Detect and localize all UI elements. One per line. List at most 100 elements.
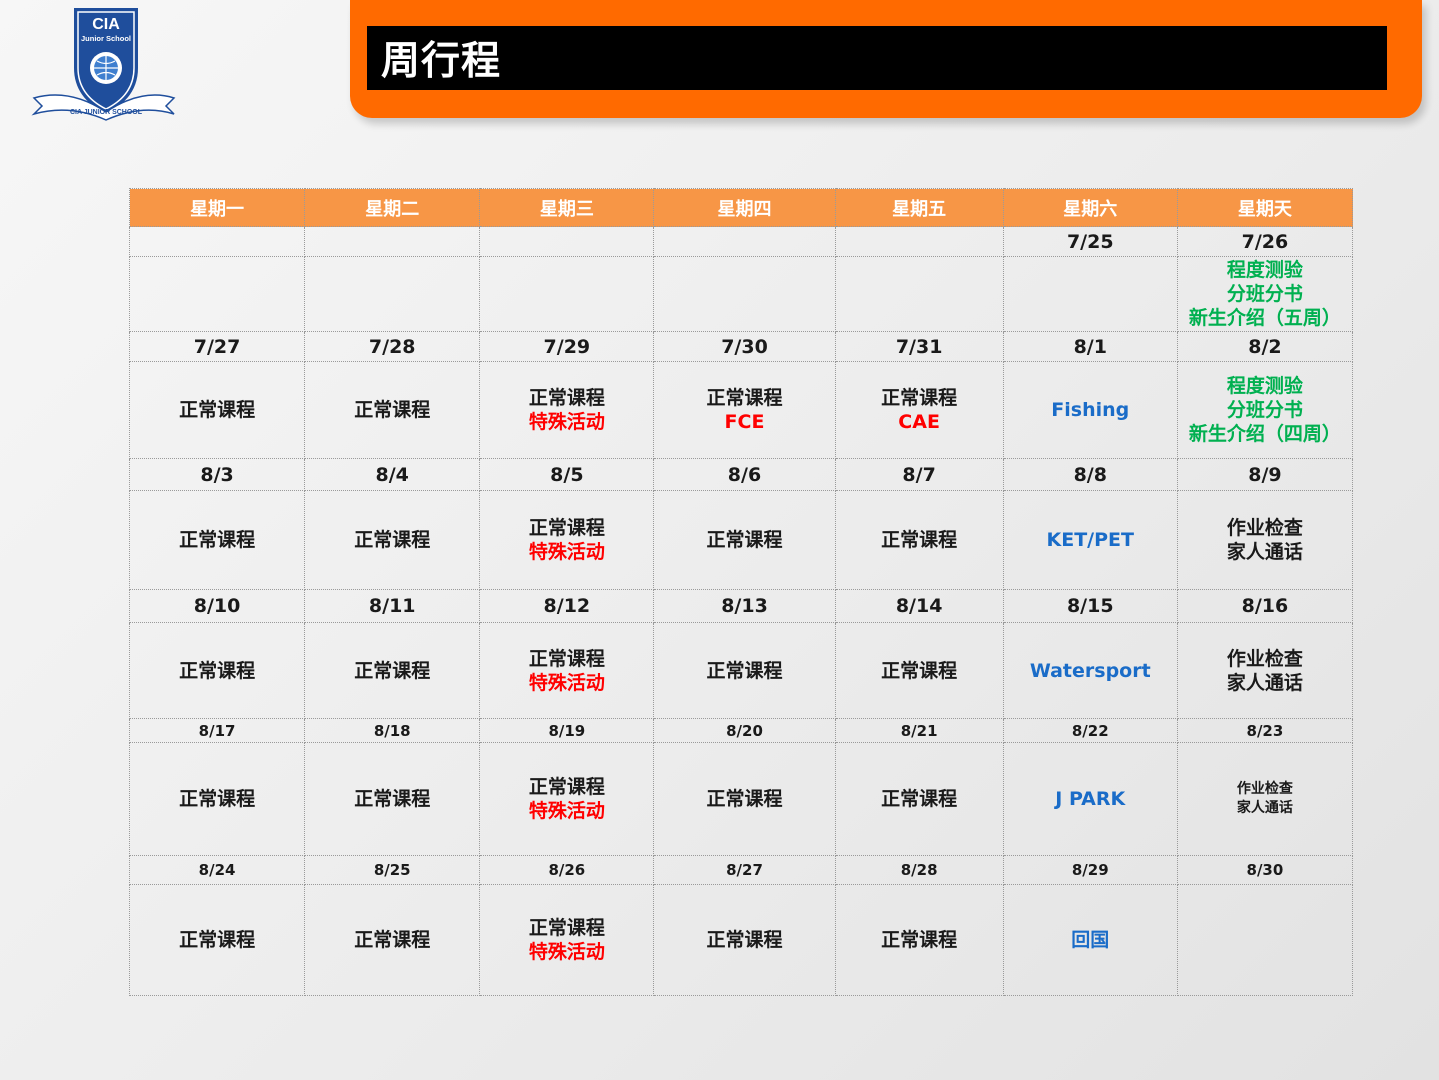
date-cell: 8/20: [653, 718, 836, 743]
activity-label: 家人通话: [1226, 541, 1303, 563]
activity-label: 正常课程: [528, 647, 605, 670]
date-cell: 8/10: [128, 589, 306, 623]
activity-cell: [128, 256, 306, 332]
svg-text:CIA: CIA: [92, 16, 120, 33]
svg-text:CIA JUNIOR SCHOOL: CIA JUNIOR SCHOOL: [70, 109, 143, 116]
activity-cell: 程度测验 分班分书 新生介绍（五周）: [1176, 256, 1354, 332]
date-cell: 8/18: [304, 718, 481, 743]
date-cell: 8/25: [304, 855, 481, 885]
activity-label: Fishing: [1051, 399, 1130, 421]
activity-label: 正常课程: [706, 529, 783, 551]
date-cell: [834, 226, 1004, 257]
date-cell: 8/15: [1002, 589, 1178, 623]
header-banner: 周行程: [350, 0, 1422, 118]
activity-label: 正常课程: [354, 399, 431, 421]
cia-junior-school-logo: CIA Junior School CIA JUNIOR SCHOOL: [31, 8, 176, 121]
date-row: 7/27 7/28 7/29 7/30 7/31 8/1 8/2: [128, 331, 1354, 362]
date-cell: 8/6: [653, 458, 836, 491]
activity-label: 分班分书: [1226, 399, 1303, 421]
activity-label: 家人通话: [1236, 800, 1293, 816]
activity-label: 分班分书: [1226, 283, 1303, 305]
weekday-header: 星期四: [653, 188, 836, 227]
activity-cell: 正常课程 特殊活动: [479, 361, 655, 459]
date-cell: 8/24: [128, 855, 306, 885]
activity-label: 正常课程: [706, 659, 783, 682]
activity-cell: 正常课程 FCE: [653, 361, 836, 459]
page-title: 周行程: [381, 39, 502, 84]
activity-cell: 正常课程: [653, 490, 836, 590]
activity-label: 作业检查: [1236, 781, 1293, 797]
activity-label: 正常课程: [179, 929, 256, 951]
date-cell: 8/17: [128, 718, 306, 743]
activity-cell: Fishing: [1002, 361, 1178, 459]
activity-label: 正常课程: [881, 387, 958, 409]
activity-cell: 正常课程: [834, 622, 1004, 719]
activity-cell: 正常课程 CAE: [834, 361, 1004, 459]
activity-label: 程度测验: [1226, 259, 1303, 281]
activity-label: 新生介绍（四周）: [1188, 423, 1341, 445]
activity-cell: 正常课程: [128, 490, 306, 590]
svg-text:Junior School: Junior School: [81, 34, 131, 43]
weekday-header: 星期二: [304, 188, 481, 227]
activity-label: 特殊活动: [528, 411, 605, 433]
date-cell: 7/27: [128, 331, 306, 362]
weekday-header: 星期天: [1176, 188, 1354, 227]
activity-label: 正常课程: [706, 387, 783, 409]
activity-cell: 作业检查 家人通话: [1176, 622, 1354, 719]
date-cell: 7/30: [653, 331, 836, 362]
activity-cell: 正常课程: [653, 622, 836, 719]
weekday-header-row: 星期一 星期二 星期三 星期四 星期五 星期六 星期天: [128, 188, 1354, 227]
activity-label: 正常课程: [179, 529, 256, 551]
date-cell: 7/31: [834, 331, 1004, 362]
activity-label: 正常课程: [354, 929, 431, 951]
activity-cell: 正常课程: [304, 622, 481, 719]
activity-label: 正常课程: [706, 929, 783, 951]
activity-label: 正常课程: [706, 788, 783, 810]
activity-label: CAE: [898, 411, 940, 433]
activity-row: 正常课程 正常课程 正常课程 特殊活动 正常课程 正常课程 回国: [128, 884, 1354, 996]
weekday-header: 星期三: [479, 188, 655, 227]
activity-cell: 正常课程: [834, 490, 1004, 590]
date-cell: 8/12: [479, 589, 655, 623]
date-cell: 7/26: [1176, 226, 1354, 257]
activity-cell: Watersport: [1002, 622, 1178, 719]
activity-cell: [479, 256, 655, 332]
activity-cell: 正常课程: [304, 361, 481, 459]
activity-label: 回国: [1071, 929, 1110, 951]
activity-label: 家人通话: [1226, 671, 1303, 694]
date-row: 7/25 7/26: [128, 226, 1354, 257]
date-cell: 8/8: [1002, 458, 1178, 491]
activity-label: 正常课程: [528, 917, 605, 939]
activity-cell: 正常课程: [834, 884, 1004, 996]
date-row: 8/3 8/4 8/5 8/6 8/7 8/8 8/9: [128, 458, 1354, 491]
activity-cell: 正常课程: [128, 884, 306, 996]
date-cell: 8/1: [1002, 331, 1178, 362]
activity-label: 程度测验: [1226, 375, 1303, 397]
activity-label: 特殊活动: [528, 800, 605, 822]
activity-cell: 正常课程: [304, 490, 481, 590]
activity-cell: 正常课程: [653, 884, 836, 996]
activity-cell: [1002, 256, 1178, 332]
activity-label: 正常课程: [881, 529, 958, 551]
weekday-header: 星期一: [128, 188, 306, 227]
activity-label: 正常课程: [528, 387, 605, 409]
date-cell: 8/2: [1176, 331, 1354, 362]
date-cell: 8/29: [1002, 855, 1178, 885]
activity-label: 正常课程: [179, 399, 256, 421]
activity-cell: [834, 256, 1004, 332]
date-cell: 8/3: [128, 458, 306, 491]
date-cell: 8/9: [1176, 458, 1354, 491]
activity-cell: 程度测验 分班分书 新生介绍（四周）: [1176, 361, 1354, 459]
date-cell: 8/27: [653, 855, 836, 885]
activity-label: 新生介绍（五周）: [1188, 307, 1341, 329]
activity-cell: 正常课程: [834, 742, 1004, 856]
activity-label: 正常课程: [179, 788, 256, 810]
activity-cell: 回国: [1002, 884, 1178, 996]
activity-cell: 作业检查 家人通话: [1176, 742, 1354, 856]
activity-cell: 正常课程: [128, 361, 306, 459]
header-bar: 周行程: [367, 26, 1387, 90]
activity-label: J PARK: [1055, 788, 1126, 810]
activity-label: 作业检查: [1226, 517, 1303, 539]
activity-cell: 正常课程: [304, 742, 481, 856]
activity-row: 正常课程 正常课程 正常课程 特殊活动 正常课程 正常课程 Watersport 作业检查 家人…: [128, 622, 1354, 719]
